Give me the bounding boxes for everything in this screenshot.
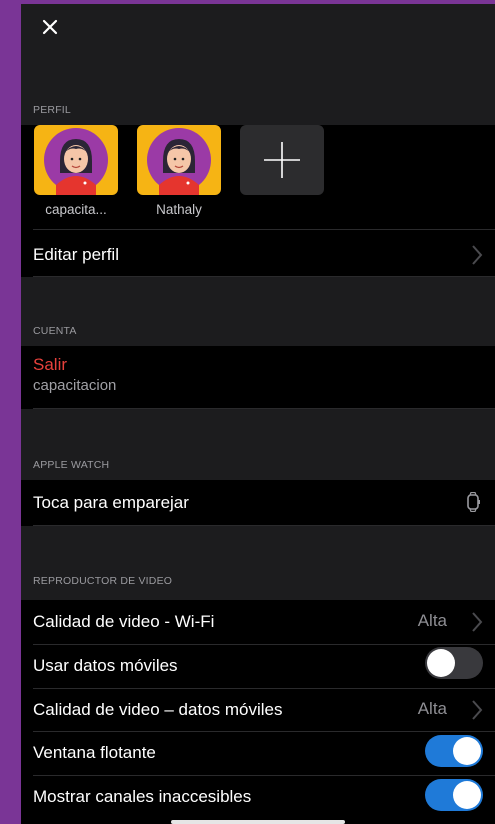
avatar-icon [147,128,211,195]
chevron-right-icon [472,612,483,632]
apple-watch-section-label: APPLE WATCH [33,459,110,471]
pair-watch-row[interactable]: Toca para emparejar [33,480,495,526]
profile-avatar-1[interactable] [34,125,118,195]
edit-profile-label: Editar perfil [33,245,119,264]
toggle-knob [453,781,481,809]
top-bar [21,4,495,66]
mobile-quality-value: Alta [417,699,447,718]
floating-window-toggle[interactable] [425,735,483,767]
floating-window-label: Ventana flotante [33,743,156,762]
profile-section-label: PERFIL [33,104,71,116]
plus-icon [264,142,300,178]
watch-icon [467,492,480,512]
avatar-icon [44,128,108,195]
edit-profile-row[interactable]: Editar perfil [33,233,495,277]
pair-watch-label: Toca para emparejar [33,493,189,512]
mobile-quality-label: Calidad de video – datos móviles [33,700,283,719]
toggle-knob [427,649,455,677]
mobile-data-label: Usar datos móviles [33,656,178,675]
divider [33,229,495,230]
close-icon [42,19,58,35]
toggle-knob [453,737,481,765]
wifi-quality-label: Calidad de video - Wi-Fi [33,612,215,631]
account-username: capacitacion [33,377,117,394]
divider [33,525,495,526]
account-section-label: CUENTA [33,325,77,337]
chevron-right-icon [472,245,483,265]
mobile-data-toggle[interactable] [425,647,483,679]
settings-screen: PERFIL capacita... Nathaly Editar perfil… [21,4,495,824]
logout-button[interactable]: Salir [33,355,67,375]
divider [33,408,495,409]
profile-avatar-2[interactable] [137,125,221,195]
add-profile-button[interactable] [240,125,324,195]
inaccessible-channels-toggle[interactable] [425,779,483,811]
home-indicator [171,820,345,824]
wifi-quality-value: Alta [417,611,447,630]
profile-avatar-1-name: capacita... [45,202,107,217]
video-player-section-label: REPRODUCTOR DE VIDEO [33,575,173,587]
inaccessible-channels-label: Mostrar canales inaccesibles [33,787,252,806]
profile-avatar-2-name: Nathaly [156,202,202,217]
divider [33,276,495,277]
chevron-right-icon [472,700,483,720]
close-button[interactable] [35,12,65,42]
